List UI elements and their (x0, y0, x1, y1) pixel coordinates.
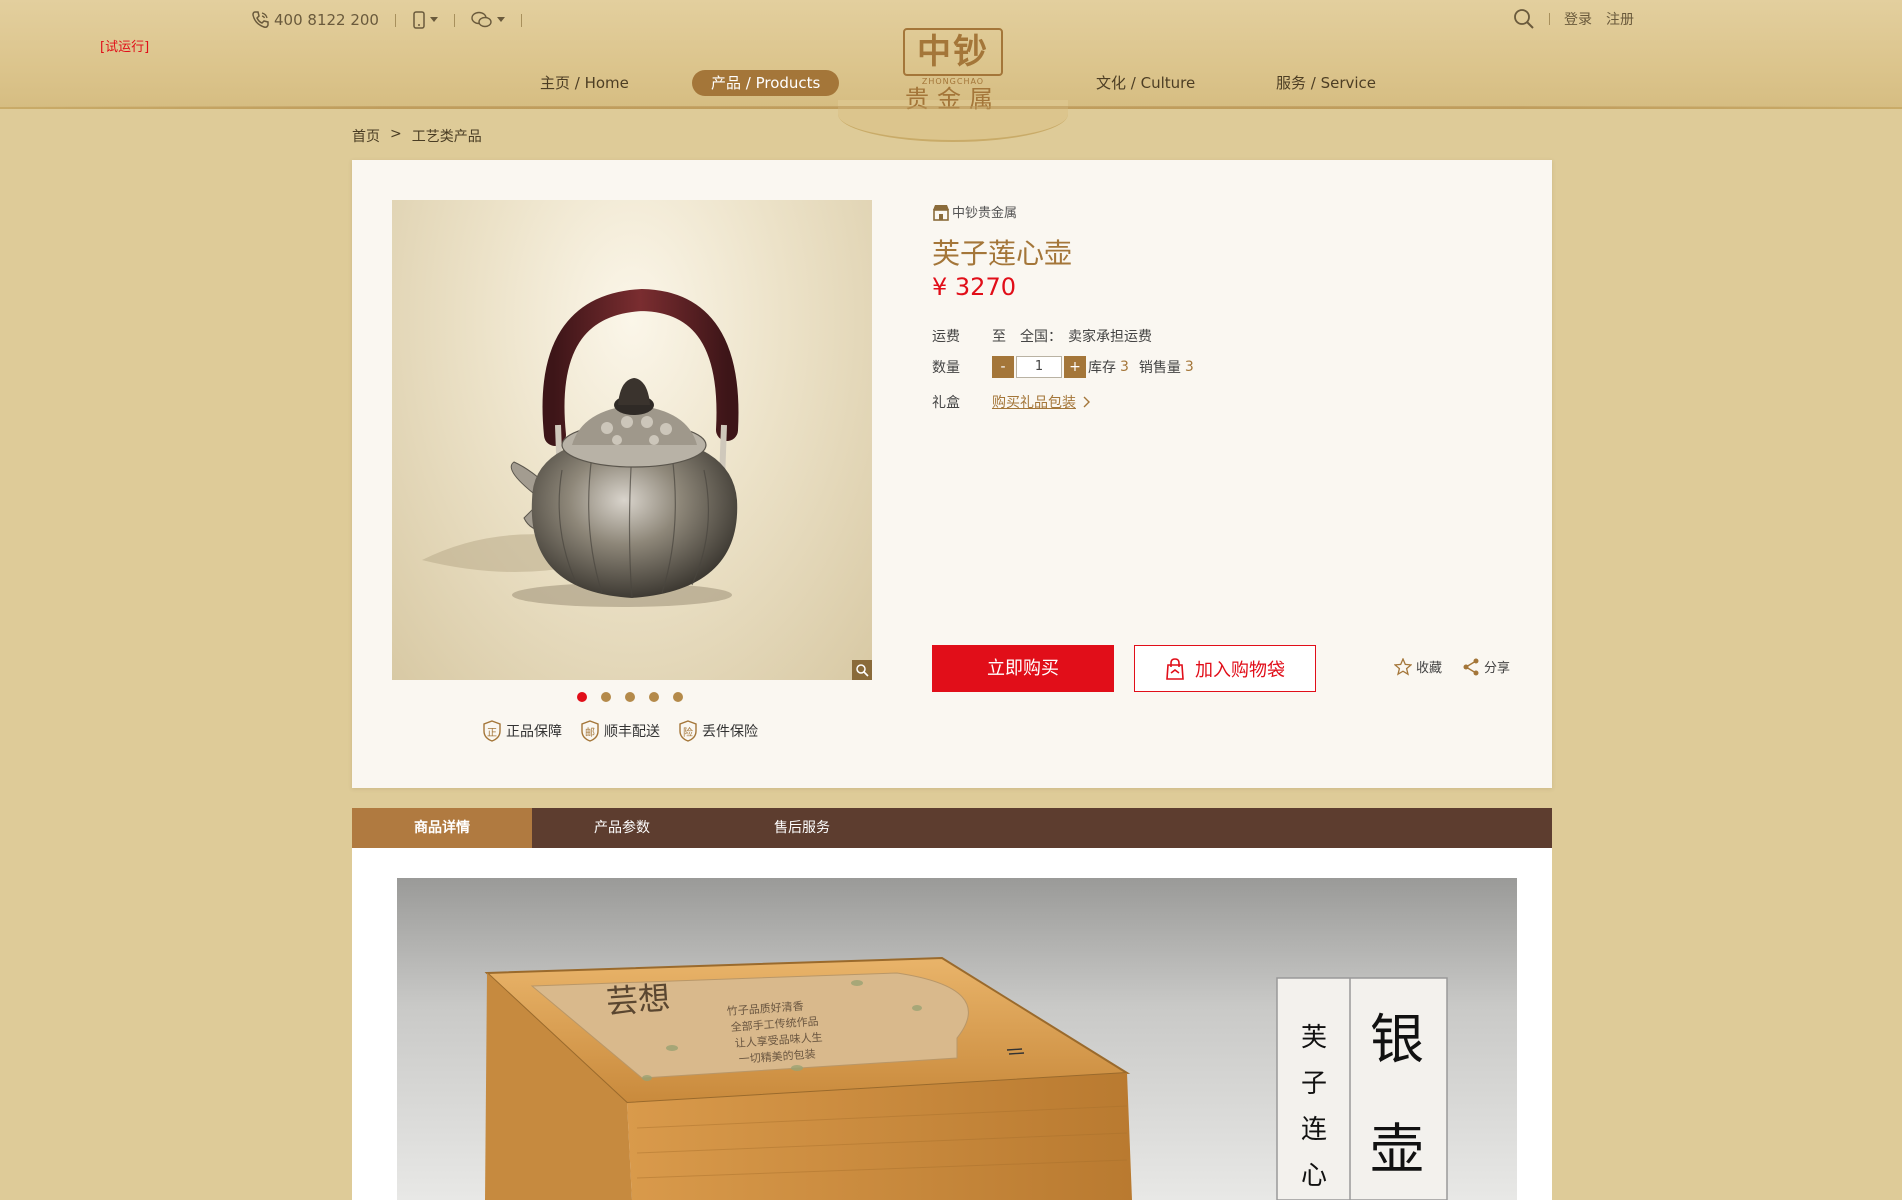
teapot-image (422, 288, 739, 607)
phone-icon (252, 11, 269, 28)
nav-service[interactable]: 服务 / Service (1276, 70, 1376, 96)
phone-number: 400 8122 200 (274, 11, 379, 29)
chevron-right-icon (1083, 396, 1090, 408)
sold-value: 3 (1184, 359, 1194, 375)
trial-label: [试运行] (100, 40, 150, 55)
star-icon (1394, 657, 1412, 676)
quantity-row: 数量 - 1 + 库存 3 销售量 3 (932, 356, 1194, 378)
mobile-app-dropdown[interactable] (412, 11, 438, 29)
product-card: 正 正品保障 邮 顺丰配送 险 丢件保险 中钞贵金属 芙子莲心壶 ¥ 3270 … (352, 160, 1552, 788)
add-to-cart-button[interactable]: 加入购物袋 (1134, 645, 1316, 692)
logo-mark: 中钞 (903, 28, 1003, 76)
share-button[interactable]: 分享 (1462, 657, 1510, 676)
shipping-label: 运费 (932, 329, 960, 345)
tab-after-sales[interactable]: 售后服务 (712, 808, 892, 848)
tab-product-specs[interactable]: 产品参数 (532, 808, 712, 848)
logo-arc (838, 100, 1068, 142)
service-guarantees: 正 正品保障 邮 顺丰配送 险 丢件保险 (482, 720, 758, 742)
guarantee-label: 顺丰配送 (604, 724, 660, 740)
product-detail-panel: 芸想 竹子品质好清香 全部手工传统作品 让人享受品味人生 一切精美的包装 银 壶… (352, 848, 1552, 1200)
buy-now-button[interactable]: 立即购买 (932, 645, 1114, 692)
nav-culture[interactable]: 文化 / Culture (1096, 70, 1195, 96)
breadcrumb-home[interactable]: 首页 (352, 126, 380, 146)
mobile-phone-icon (413, 11, 425, 29)
stock-value: 3 (1120, 359, 1129, 375)
quantity-increase-button[interactable]: + (1064, 356, 1086, 378)
gift-box-illustration: 芸想 竹子品质好清香 全部手工传统作品 让人享受品味人生 一切精美的包装 银 壶… (484, 956, 1448, 1200)
gift-box-link[interactable]: 购买礼品包装 (992, 392, 1076, 412)
divider (394, 13, 396, 27)
favorite-label: 收藏 (1416, 661, 1443, 676)
pagination-dot[interactable] (601, 692, 611, 702)
detail-tabs: 商品详情 产品参数 售后服务 (352, 808, 1552, 848)
nav-home[interactable]: 主页 / Home (540, 70, 629, 96)
pagination-dot[interactable] (577, 692, 587, 702)
shipping-value: 卖家承担运费 (1068, 329, 1152, 345)
breadcrumb-separator: > (390, 126, 402, 142)
pagination-dot[interactable] (673, 692, 683, 702)
plaque-char: 银 (1370, 1008, 1424, 1071)
site-logo[interactable]: 中钞 ZHONGCHAO 贵金属 (838, 20, 1068, 142)
plaque-char: 芙 (1301, 1023, 1327, 1053)
pagination-dot[interactable] (625, 692, 635, 702)
store-icon (933, 204, 949, 221)
detail-image: 芸想 竹子品质好清香 全部手工传统作品 让人享受品味人生 一切精美的包装 银 壶… (397, 878, 1517, 1200)
register-link[interactable]: 注册 (1606, 9, 1634, 29)
plaque-char: 壶 (1370, 1118, 1424, 1181)
add-to-cart-label: 加入购物袋 (1195, 659, 1285, 681)
gift-box-row: 礼盒 购买礼品包装 (932, 392, 1092, 412)
shield-icon: 正 (482, 720, 502, 742)
sold-label: 销售量 (1138, 360, 1181, 376)
quantity-decrease-button[interactable]: - (992, 356, 1014, 378)
login-link[interactable]: 登录 (1564, 9, 1592, 29)
zoom-icon (856, 664, 869, 677)
guarantee-label: 正品保障 (506, 724, 562, 740)
shield-icon: 险 (678, 720, 698, 742)
shopping-bag-icon (1166, 657, 1184, 680)
shield-icon: 邮 (580, 720, 600, 742)
caret-down-icon (496, 17, 505, 22)
plaque-char: 子 (1301, 1069, 1327, 1099)
plaque-char: 心 (1301, 1161, 1327, 1191)
divider (453, 13, 455, 27)
quantity-label: 数量 (932, 360, 960, 376)
zoom-button[interactable] (852, 660, 872, 680)
site-header: [试运行] 400 8122 200 登录 注册 主页 / Home 产品 / … (0, 0, 1902, 142)
guarantee-label: 丢件保险 (702, 724, 758, 740)
nav-products[interactable]: 产品 / Products (692, 70, 840, 96)
guarantee-insurance: 险 丢件保险 (678, 720, 758, 742)
shipping-row: 运费 至 全国： 卖家承担运费 (932, 326, 1152, 346)
guarantee-shipping: 邮 顺丰配送 (580, 720, 660, 742)
gift-box-label: 礼盒 (932, 395, 960, 411)
top-utility-bar: 400 8122 200 (250, 10, 522, 30)
favorite-button[interactable]: 收藏 (1394, 657, 1442, 676)
plaque-char: 连 (1301, 1115, 1327, 1145)
phone-contact: 400 8122 200 (250, 10, 379, 30)
product-price: ¥ 3270 (932, 273, 1016, 301)
wechat-icon (471, 11, 492, 28)
shop-name[interactable]: 中钞贵金属 (932, 202, 1017, 221)
pagination-dot[interactable] (649, 692, 659, 702)
image-pagination (577, 692, 683, 702)
quantity-input[interactable]: 1 (1016, 356, 1062, 378)
shipping-to: 至 (992, 329, 1006, 345)
share-label: 分享 (1484, 661, 1511, 676)
share-icon (1463, 658, 1479, 675)
logo-name: 贵金属 (905, 85, 1001, 113)
card-title: 芸想 (605, 979, 672, 1021)
divider (1549, 13, 1550, 25)
user-links: 登录 注册 (1513, 8, 1634, 30)
caret-down-icon (429, 17, 438, 22)
product-title: 芙子莲心壶 (932, 237, 1073, 270)
product-main-image[interactable] (392, 200, 872, 680)
breadcrumb: 首页 > 工艺类产品 (352, 126, 482, 146)
breadcrumb-current[interactable]: 工艺类产品 (412, 126, 482, 146)
divider (520, 13, 522, 27)
guarantee-authentic: 正 正品保障 (482, 720, 562, 742)
search-icon[interactable] (1513, 8, 1535, 30)
tab-product-details[interactable]: 商品详情 (352, 808, 532, 848)
shipping-region: 全国： (1020, 329, 1062, 345)
wechat-dropdown[interactable] (471, 11, 505, 29)
stock-label: 库存 (1088, 360, 1116, 376)
